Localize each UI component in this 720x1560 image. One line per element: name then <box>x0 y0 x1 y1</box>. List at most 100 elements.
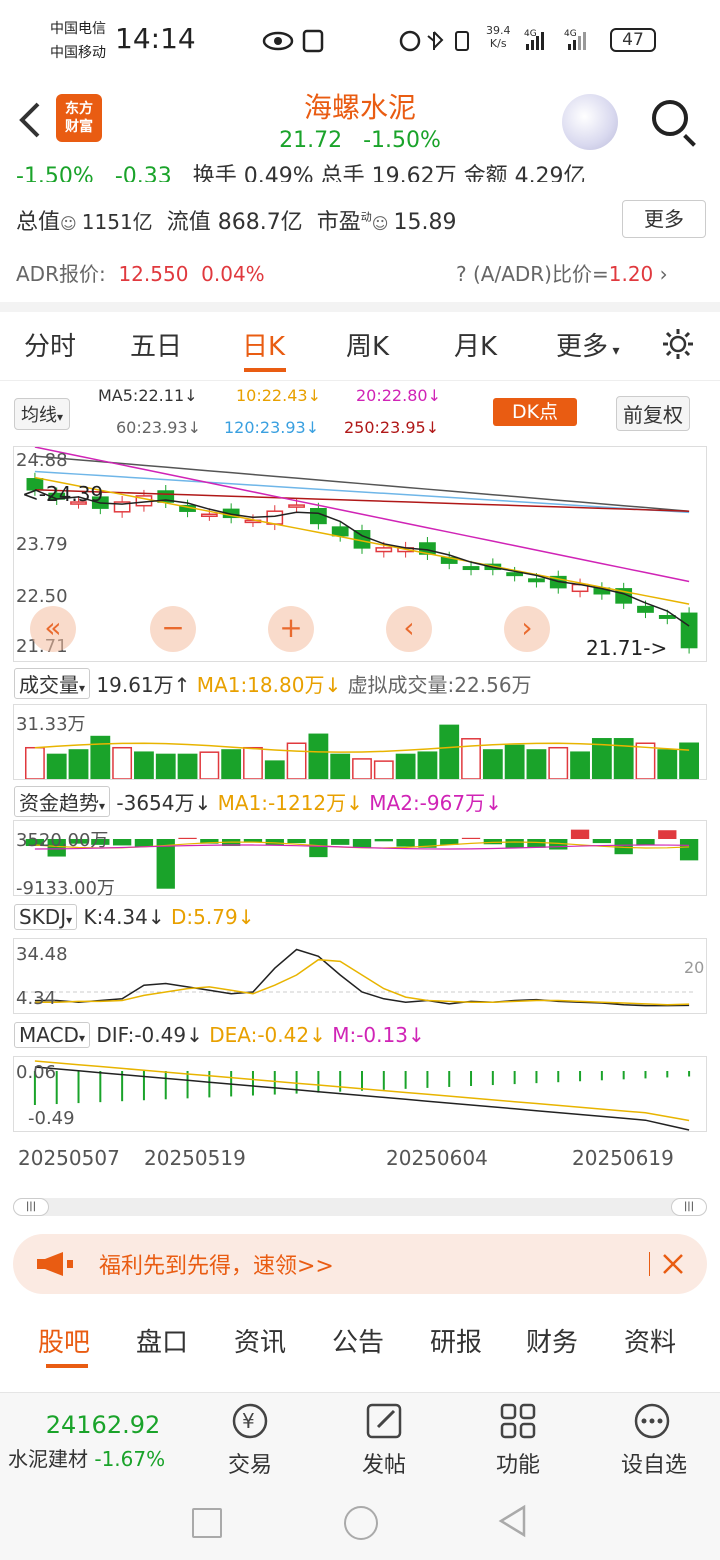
kline-panel[interactable] <box>13 446 707 662</box>
tab-pankou[interactable]: 盘口 <box>136 1322 188 1359</box>
more-quote-button[interactable]: 更多 <box>622 200 706 238</box>
change-percent: -1.50% <box>363 128 441 153</box>
ma20-value: 20:22.80↓ <box>356 386 441 405</box>
zoom-out-button[interactable]: − <box>150 606 196 652</box>
footer-functions[interactable]: 功能 <box>478 1447 558 1479</box>
date-3: 20250604 <box>386 1146 488 1170</box>
ma-selector[interactable]: 均线▾ <box>14 398 71 430</box>
tab-news[interactable]: 资讯 <box>234 1322 286 1359</box>
zoom-in-button[interactable]: + <box>268 606 314 652</box>
dk-point-button[interactable]: DK点 <box>493 398 577 426</box>
footer-add-watchlist[interactable]: 设自选 <box>612 1447 696 1479</box>
macd-y-top: 0.06 <box>16 1062 57 1083</box>
candle-body <box>310 508 327 525</box>
fund-bar <box>505 839 524 848</box>
footer-post[interactable]: 发帖 <box>344 1447 424 1479</box>
quote-change-amt: -0.33 <box>114 164 172 182</box>
tab-guba[interactable]: 股吧 <box>38 1322 90 1359</box>
close-icon[interactable] <box>661 1252 685 1276</box>
trade-yuan-icon[interactable]: ¥ <box>230 1401 270 1441</box>
back-nav-icon[interactable] <box>496 1504 528 1538</box>
fund-bar <box>461 837 481 839</box>
volume-bar <box>526 749 547 779</box>
date-1: 20250507 <box>18 1146 120 1170</box>
fund-bar <box>570 829 590 839</box>
recent-apps-icon[interactable] <box>192 1508 222 1538</box>
tab-research[interactable]: 研报 <box>430 1322 482 1359</box>
quote-turnover: 换手 0.49% 总手 19.62万 金额 4.29亿 <box>192 164 586 182</box>
adjust-button[interactable]: 前复权 <box>616 396 690 431</box>
macd-selector-label: MACD <box>19 1023 79 1047</box>
macd-panel[interactable] <box>13 1056 707 1132</box>
volume-bar <box>635 742 656 779</box>
skdj-d-line <box>34 958 690 1006</box>
current-price: 21.72 <box>279 128 343 153</box>
fund-bar <box>374 839 393 842</box>
watchlist-more-icon[interactable] <box>632 1401 672 1441</box>
kline-y-top: 24.88 <box>16 450 68 471</box>
scroll-right-button[interactable]: › <box>504 606 550 652</box>
net-unit: K/s <box>489 37 507 50</box>
fund-selector[interactable]: 资金趋势▾ <box>14 786 111 817</box>
volume-value: 19.61万 <box>96 673 174 697</box>
quote-row-partial: -1.50% -0.33 换手 0.49% 总手 19.62万 金额 4.29亿 <box>16 158 586 182</box>
tab-more[interactable]: 更多 ▾ <box>556 326 620 363</box>
ma5-line <box>34 489 690 627</box>
tab-weekly-k[interactable]: 周K <box>346 326 389 363</box>
tab-finance[interactable]: 财务 <box>526 1322 578 1359</box>
promo-banner[interactable]: 福利先到先得，速领>> <box>13 1234 707 1294</box>
date-4: 20250619 <box>572 1146 674 1170</box>
fund-panel[interactable] <box>13 820 707 896</box>
volume-bar <box>264 760 285 779</box>
candle-body <box>658 615 676 619</box>
tab-announcements[interactable]: 公告 <box>332 1322 384 1359</box>
tab-5day[interactable]: 五日 <box>130 326 182 363</box>
scrollbar-right-handle[interactable]: ||| <box>671 1198 707 1216</box>
scroll-start-button[interactable]: « <box>30 606 76 652</box>
tab-intraday[interactable]: 分时 <box>24 326 76 363</box>
kline-y-3: 22.50 <box>16 586 68 607</box>
fund-y-top: 3520.00万 <box>16 830 109 851</box>
fund-ma2-text: MA2:-967万 <box>369 791 486 815</box>
assistant-avatar-icon[interactable] <box>562 94 618 150</box>
tab-monthly-k[interactable]: 月K <box>454 326 497 363</box>
chart-scrollbar[interactable]: ||| ||| <box>13 1198 707 1216</box>
volume-selector[interactable]: 成交量▾ <box>14 668 91 699</box>
fund-ma1-text: MA1:-1212万 <box>217 791 347 815</box>
tab-daily-k[interactable]: 日K <box>242 326 285 363</box>
virtual-volume: 虚拟成交量:22.56万 <box>347 673 532 697</box>
volume-bar <box>657 749 678 779</box>
functions-grid-icon[interactable] <box>498 1401 538 1441</box>
volume-bar <box>395 753 416 779</box>
kline-high-mark: <-24.39 <box>22 482 104 506</box>
skdj-panel[interactable] <box>13 938 707 1014</box>
kline-y-2: 23.79 <box>16 534 68 555</box>
post-edit-icon[interactable] <box>364 1401 404 1441</box>
skdj-level: 20 <box>684 958 705 977</box>
settings-gear-icon[interactable] <box>660 326 696 362</box>
skdj-y-bottom: 4.34 <box>16 988 57 1009</box>
volume-header: 成交量▾ 19.61万↑ MA1:18.80万↓ 虚拟成交量:22.56万 <box>14 668 532 699</box>
scrollbar-left-handle[interactable]: ||| <box>13 1198 49 1216</box>
adr-ratio[interactable]: ? (A/ADR)比价=1.20 › <box>456 258 668 287</box>
index-name: 水泥建材 <box>8 1447 88 1471</box>
volume-bar <box>373 760 394 779</box>
fund-selector-label: 资金趋势 <box>19 791 99 815</box>
search-icon[interactable] <box>652 100 688 136</box>
sector-index[interactable]: 24162.92 水泥建材 -1.67% <box>8 1401 198 1472</box>
candle-body <box>375 547 393 553</box>
svg-text:4G: 4G <box>564 29 577 39</box>
home-icon[interactable] <box>344 1506 378 1540</box>
volume-panel[interactable] <box>13 704 707 780</box>
battery-icon: 47 <box>610 28 656 52</box>
signal-icon: 4G 4G <box>524 29 586 50</box>
ma60-text: 60:23.93 <box>116 418 188 437</box>
scroll-left-button[interactable]: ‹ <box>386 606 432 652</box>
ma250-value: 250:23.95↓ <box>344 418 440 437</box>
divider <box>0 302 720 312</box>
macd-selector[interactable]: MACD▾ <box>14 1022 90 1048</box>
macd-header: MACD▾ DIF:-0.49↓ DEA:-0.42↓ M:-0.13↓ <box>14 1022 425 1048</box>
footer-trade[interactable]: 交易 <box>210 1447 290 1479</box>
skdj-selector[interactable]: SKDJ▾ <box>14 904 78 930</box>
tab-profile[interactable]: 资料 <box>624 1322 676 1359</box>
